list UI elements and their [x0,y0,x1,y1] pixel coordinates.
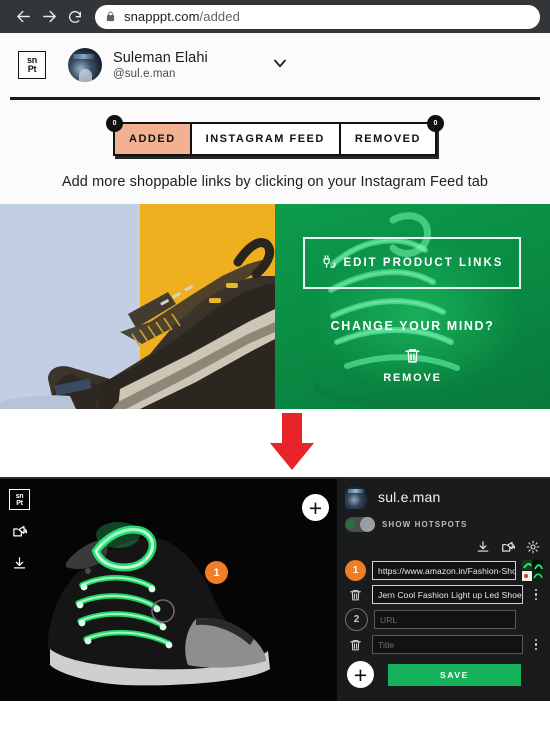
trash-icon[interactable] [345,634,366,655]
canvas-side-tools: sn Pt [9,489,30,574]
toggle-knob [360,516,375,532]
hint-text: Add more shoppable links by clicking on … [0,156,550,204]
title-input-1[interactable]: Jern Cool Fashion Light up Led Shoelaces… [372,585,523,604]
snapppt-logo: sn Pt [18,51,46,79]
side-logo-line-2: Pt [16,499,23,507]
side-logo-line-1: sn [15,492,24,500]
tab-strip: 0 0 ADDED INSTAGRAM FEED REMOVED [106,115,444,156]
share-icon[interactable] [9,521,30,542]
toggle-on-indicator [346,519,355,529]
more-vertical-icon[interactable] [529,588,543,601]
download-icon[interactable] [9,553,30,574]
chevron-down-icon[interactable] [270,53,290,78]
editor-image-canvas[interactable]: sn Pt [0,479,337,707]
tab-instagram-feed[interactable]: INSTAGRAM FEED [191,124,341,154]
hotspot-row-1-title: Jern Cool Fashion Light up Led Shoelaces… [337,581,550,605]
tabs-section: 0 0 ADDED INSTAGRAM FEED REMOVED [0,100,550,156]
snapppt-page: snapppt.com/added sn Pt Suleman Elahi @s… [0,0,550,730]
show-hotspots-label: SHOW HOTSPOTS [382,519,468,529]
badge-removed-count: 0 [426,115,444,132]
page-body: sn Pt Suleman Elahi @sul.e.man 0 0 ADDED… [0,33,550,204]
remove-button[interactable]: REMOVE [275,346,550,384]
gallery-item-sandal[interactable] [0,204,275,409]
edit-product-links-button[interactable]: EDIT PRODUCT LINKS [303,237,521,289]
lock-icon [105,11,116,22]
add-hotspot-button[interactable]: + [302,494,329,521]
account-name: sul.e.man [378,489,441,505]
plug-link-icon [321,254,336,272]
avatar [68,48,102,82]
add-link-row-button[interactable]: + [347,661,374,688]
editor-side-panel: sul.e.man SHOW HOTSPOTS 1 https://www.am… [337,479,550,707]
arrow-section [0,409,550,477]
badge-added-count: 0 [106,115,124,132]
share-icon[interactable] [501,537,515,557]
hotspot-row-2-title: Title [337,631,550,655]
hotspot-number-2[interactable]: 2 [345,608,368,631]
address-bar[interactable]: snapppt.com/added [95,4,540,29]
tab-instagram-feed-label: INSTAGRAM FEED [205,133,325,145]
hotspot-editor: sn Pt 1 + sul.e.man SHOW HOTSPOTS 1 http… [0,477,550,707]
hotspot-row-1-url: 1 https://www.amazon.in/Fashion-Shoelace [337,557,550,581]
url-path: /added [199,9,240,24]
reload-icon[interactable] [62,4,88,30]
tab-added-label: ADDED [129,133,176,145]
account-avatar [345,485,368,509]
back-icon[interactable] [10,4,36,30]
more-vertical-icon[interactable] [529,638,543,651]
title-input-2[interactable]: Title [372,635,523,654]
snapppt-logo-small: sn Pt [9,489,30,510]
gallery-item-shoe[interactable]: EDIT PRODUCT LINKS CHANGE YOUR MIND? REM… [275,204,550,409]
url-domain: snapppt.com [124,9,200,24]
account-row: sul.e.man [337,479,550,509]
save-row: + SAVE [337,655,550,688]
user-name: Suleman Elahi [113,49,208,66]
change-your-mind-text: CHANGE YOUR MIND? [330,319,495,333]
url-text: snapppt.com/added [124,9,240,24]
tab-removed-label: REMOVED [354,133,421,145]
trash-icon[interactable] [345,584,366,605]
download-icon[interactable] [476,537,490,557]
forward-icon[interactable] [36,4,62,30]
url-input-1[interactable]: https://www.amazon.in/Fashion-Shoelace [372,561,516,580]
tab-removed[interactable]: REMOVED [340,124,435,154]
product-thumbnail-1 [522,560,543,581]
remove-label: REMOVE [383,372,442,384]
save-button[interactable]: SAVE [388,663,521,686]
bottom-spacer [0,701,550,707]
sneaker-image [0,479,337,707]
trash-icon [404,349,421,369]
hotspot-row-2-url: 2 URL [337,605,550,631]
profile-names: Suleman Elahi @sul.e.man [113,50,208,81]
sandal-image [0,238,275,409]
hotspot-number-1[interactable]: 1 [345,560,366,581]
edit-label-text: EDIT PRODUCT LINKS [343,257,504,269]
show-hotspots-toggle[interactable] [345,516,375,532]
profile-header: sn Pt Suleman Elahi @sul.e.man [0,33,550,97]
down-arrow-icon [270,413,314,476]
edit-product-links-label: EDIT PRODUCT LINKS [321,254,504,272]
show-hotspots-row: SHOW HOTSPOTS [337,509,550,535]
url-input-2[interactable]: URL [374,610,516,629]
gear-icon[interactable] [526,537,540,557]
user-handle: @sul.e.man [113,67,176,80]
browser-toolbar: snapppt.com/added [0,0,550,33]
media-gallery: EDIT PRODUCT LINKS CHANGE YOUR MIND? REM… [0,204,550,409]
hotspot-marker-1[interactable]: 1 [205,561,228,584]
tab-added[interactable]: ADDED [115,124,192,154]
logo-line-2: Pt [27,64,37,74]
panel-toolbar [337,535,550,557]
